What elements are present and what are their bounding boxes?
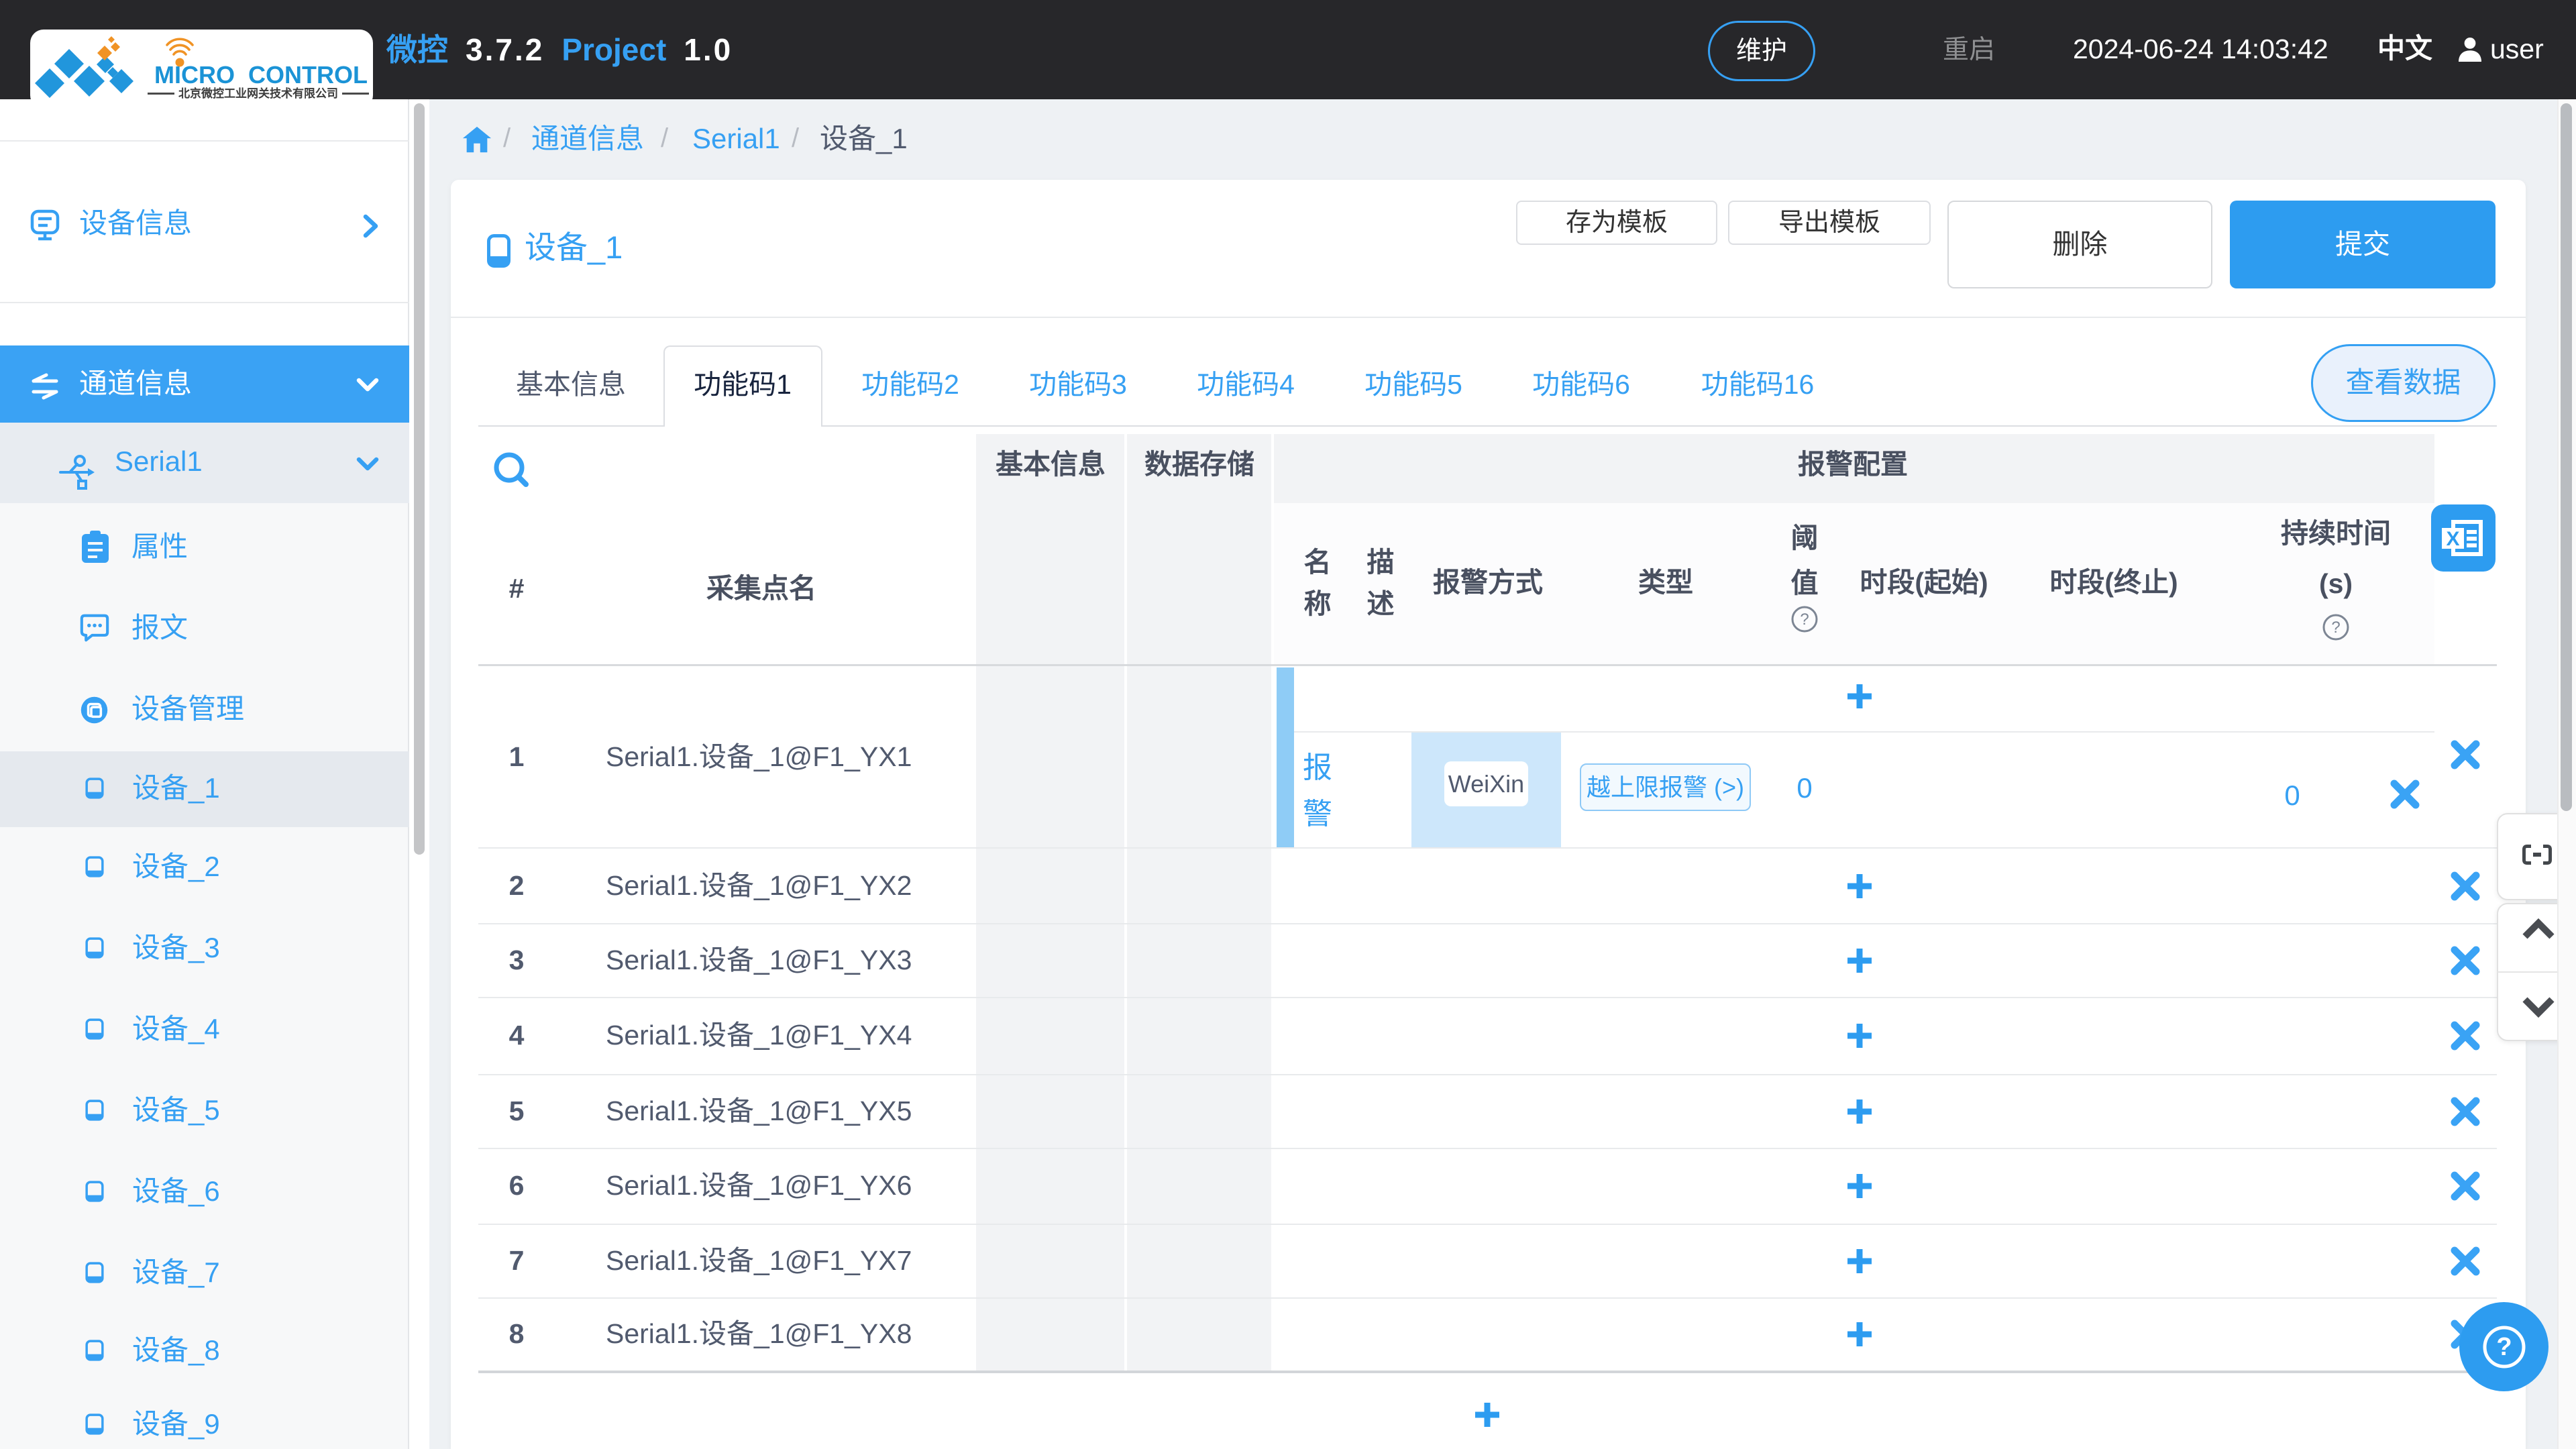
- svg-text:?: ?: [1800, 610, 1809, 629]
- svg-text:?: ?: [2331, 619, 2340, 637]
- svg-text:X: X: [2446, 528, 2459, 550]
- svg-text:?: ?: [2496, 1333, 2512, 1361]
